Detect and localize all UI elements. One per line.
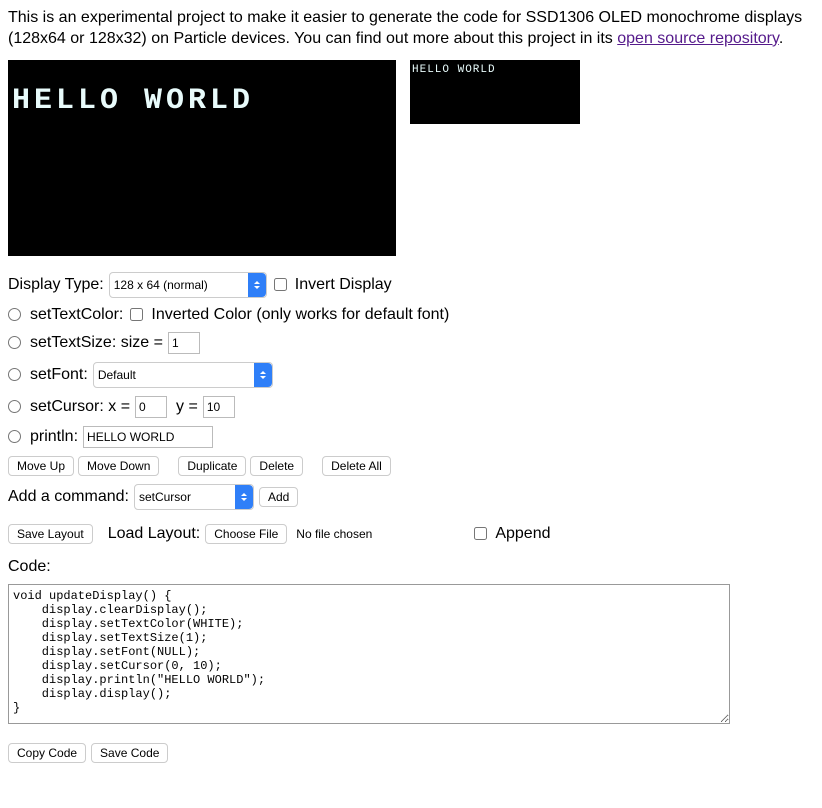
chevron-updown-icon [248,273,266,297]
setcursor-radio[interactable] [8,400,21,413]
move-up-button[interactable]: Move Up [8,456,74,476]
code-buttons-row: Copy Code Save Code [8,743,814,763]
settextcolor-row: setTextColor: Inverted Color (only works… [8,306,814,324]
code-label-row: Code: [8,558,814,576]
inverted-color-checkbox[interactable] [130,308,143,321]
println-radio[interactable] [8,430,21,443]
println-row: println: [8,426,814,448]
oled-preview-large: HELLO WORLD [8,60,396,256]
display-type-row: Display Type: 128 x 64 (normal) Invert D… [8,272,814,298]
append-label: Append [495,525,550,543]
oled-preview-small: HELLO WORLD [410,60,580,124]
settextsize-label: setTextSize: size = [30,334,163,352]
cursor-y-input[interactable] [203,396,235,418]
cursor-x-input[interactable] [135,396,167,418]
settextcolor-label: setTextColor: [30,306,123,324]
intro-text: This is an experimental project to make … [8,8,814,50]
invert-display-label: Invert Display [295,276,392,294]
add-command-select[interactable]: setCursor [134,484,254,510]
repository-link[interactable]: open source repository [617,30,779,47]
no-file-text: No file chosen [296,527,372,541]
copy-code-button[interactable]: Copy Code [8,743,86,763]
settextcolor-radio[interactable] [8,308,21,321]
append-checkbox[interactable] [474,527,487,540]
chevron-updown-icon [254,363,272,387]
println-label: println: [30,428,78,446]
display-type-value: 128 x 64 (normal) [114,278,208,292]
code-label: Code: [8,558,51,576]
display-type-select[interactable]: 128 x 64 (normal) [109,272,267,298]
setfont-select[interactable]: Default [93,362,273,388]
add-command-value: setCursor [139,490,191,504]
preview-area: HELLO WORLD HELLO WORLD [8,60,814,256]
textsize-input[interactable] [168,332,200,354]
oled-large-text: HELLO WORLD [12,84,254,118]
setfont-value: Default [98,368,136,382]
setcursor-y-label: y = [176,398,198,416]
duplicate-button[interactable]: Duplicate [178,456,246,476]
display-type-label: Display Type: [8,276,104,294]
setfont-label: setFont: [30,366,88,384]
command-buttons-row: Move Up Move Down Duplicate Delete Delet… [8,456,814,476]
setcursor-x-label: setCursor: x = [30,398,130,416]
delete-all-button[interactable]: Delete All [322,456,391,476]
move-down-button[interactable]: Move Down [78,456,159,476]
save-code-button[interactable]: Save Code [91,743,168,763]
setfont-radio[interactable] [8,368,21,381]
save-layout-button[interactable]: Save Layout [8,524,93,544]
settextsize-radio[interactable] [8,336,21,349]
add-command-label: Add a command: [8,488,129,506]
oled-small-text: HELLO WORLD [412,64,496,76]
invert-display-checkbox[interactable] [274,278,287,291]
setfont-row: setFont: Default [8,362,814,388]
inverted-color-label: Inverted Color (only works for default f… [151,306,449,324]
intro-part2: . [779,30,783,47]
settextsize-row: setTextSize: size = [8,332,814,354]
code-textarea[interactable] [8,584,730,724]
add-button[interactable]: Add [259,487,298,507]
choose-file-button[interactable]: Choose File [205,524,287,544]
layout-row: Save Layout Load Layout: Choose File No … [8,524,814,544]
load-layout-label: Load Layout: [108,525,201,543]
println-input[interactable] [83,426,213,448]
chevron-updown-icon [235,485,253,509]
delete-button[interactable]: Delete [250,456,303,476]
add-command-row: Add a command: setCursor Add [8,484,814,510]
setcursor-row: setCursor: x = y = [8,396,814,418]
